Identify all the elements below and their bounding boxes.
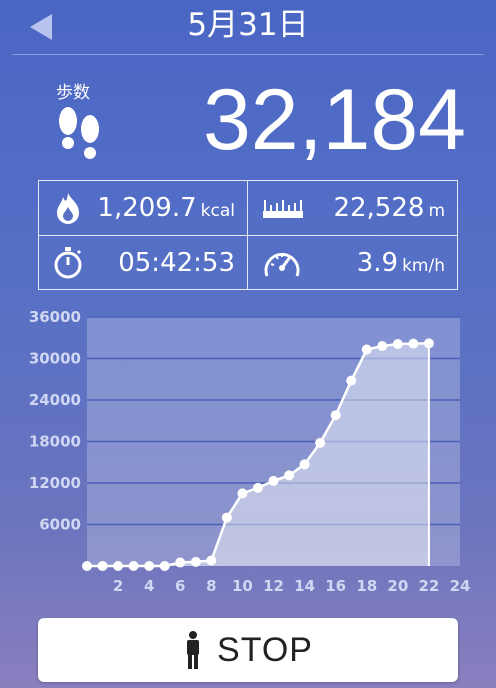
x-tick-label: 24: [450, 577, 471, 595]
flame-icon: [57, 193, 79, 224]
stop-button[interactable]: STOP: [38, 618, 458, 682]
data-point: [284, 470, 295, 481]
y-tick-label: 6000: [39, 516, 81, 534]
data-point: [175, 557, 186, 568]
data-point: [315, 437, 326, 448]
data-point: [268, 475, 279, 486]
stop-label: STOP: [217, 630, 313, 669]
x-tick-label: 12: [263, 577, 284, 595]
header-divider: [12, 54, 484, 55]
distance-value: 22,528: [333, 193, 425, 223]
x-tick-label: 22: [418, 577, 439, 595]
data-point: [221, 512, 232, 523]
steps-label: 歩数: [56, 83, 90, 103]
speed-value: 3.9: [356, 248, 399, 278]
duration-stat: 05:42:53: [39, 236, 247, 290]
calories-stat: 1,209.7 kcal: [39, 181, 247, 235]
y-tick-label: 36000: [29, 308, 81, 326]
data-point: [113, 561, 124, 571]
x-tick-label: 18: [356, 577, 377, 595]
data-point: [392, 338, 403, 349]
data-point: [377, 341, 388, 352]
data-point: [423, 338, 434, 349]
y-tick-label: 24000: [29, 391, 81, 409]
duration-value: 05:42:53: [118, 248, 235, 278]
data-point: [252, 482, 263, 493]
stopwatch-icon: [54, 247, 82, 279]
x-tick-label: 16: [325, 577, 346, 595]
data-point: [82, 561, 92, 571]
date-title: 5月31日: [187, 7, 309, 43]
hourly-steps-chart: 600012000180002400030000360002 4 6 8 10 12 14 1…: [29, 308, 471, 595]
calories-value: 1,209.7: [97, 193, 197, 223]
data-point: [144, 561, 155, 571]
person-icon: [187, 631, 200, 669]
distance-unit: m: [428, 201, 445, 221]
x-tick-label: 4: [144, 577, 154, 595]
x-tick-label: 2: [113, 577, 123, 595]
x-tick-label: 6: [175, 577, 185, 595]
speed-unit: km/h: [402, 256, 445, 276]
speedometer-icon: [264, 253, 300, 277]
data-point: [206, 555, 217, 566]
ruler-icon: [263, 200, 303, 218]
data-point: [237, 488, 248, 499]
data-point: [128, 561, 139, 571]
y-tick-label: 30000: [29, 350, 81, 368]
data-point: [361, 344, 372, 355]
x-tick-label: 14: [294, 577, 315, 595]
speed-stat: 3.9 km/h: [248, 236, 457, 290]
y-tick-label: 18000: [29, 433, 81, 451]
data-point: [159, 561, 170, 571]
data-point: [190, 556, 201, 567]
y-tick-label: 12000: [29, 474, 81, 492]
x-tick-label: 10: [232, 577, 253, 595]
stats-grid: 1,209.7 kcal 22,528 m 05:42:53 3.9 km/h: [38, 180, 458, 290]
steps-count: 32,184: [202, 72, 466, 168]
data-point: [346, 375, 357, 386]
data-point: [330, 410, 341, 421]
footprints-icon: [59, 107, 99, 159]
data-point: [408, 338, 419, 349]
calories-unit: kcal: [200, 201, 235, 221]
distance-stat: 22,528 m: [248, 181, 457, 235]
data-point: [299, 459, 310, 470]
data-point: [97, 561, 108, 571]
x-tick-label: 20: [387, 577, 408, 595]
x-tick-label: 8: [206, 577, 216, 595]
